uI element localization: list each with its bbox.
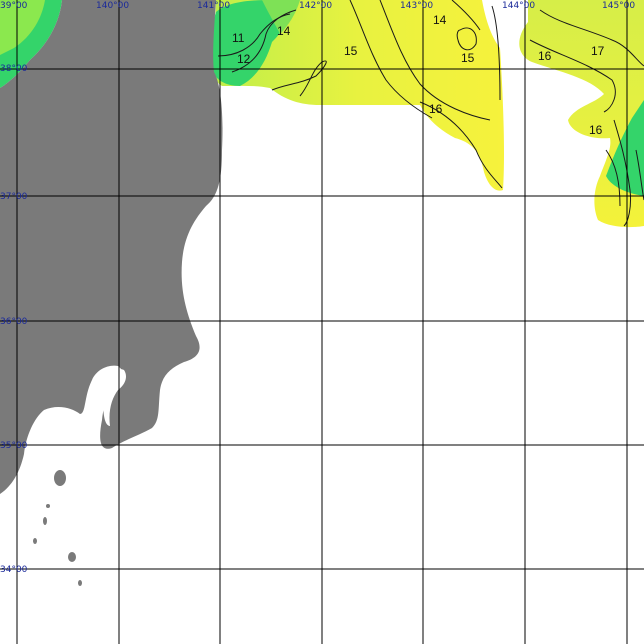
longitude-label-145: 145°00 xyxy=(602,1,635,11)
longitude-label-144: 144°00 xyxy=(502,1,535,11)
longitude-label-141: 141°00 xyxy=(197,1,230,11)
izu-island-4 xyxy=(33,538,37,544)
izu-island-3 xyxy=(43,517,47,525)
contour-label-11: 11 xyxy=(232,31,245,45)
izu-island-1 xyxy=(54,470,66,486)
sst-field-east xyxy=(519,0,644,228)
contour-label-14-offshore: 14 xyxy=(433,13,447,27)
sea-surface-temperature-map: 39°00 140°00 141°00 142°00 143°00 144°00… xyxy=(0,0,644,644)
latitude-label-35: 35°00 xyxy=(0,441,28,451)
latitude-label-38: 38°00 xyxy=(0,64,28,74)
latitude-label-34: 34°00 xyxy=(0,565,28,575)
longitude-label-142: 142°00 xyxy=(299,1,332,11)
contour-label-16-northeast: 16 xyxy=(538,49,552,63)
contour-label-15-west: 15 xyxy=(344,44,358,58)
contour-label-15-east: 15 xyxy=(461,51,475,65)
contour-label-14-coastal: 14 xyxy=(277,24,291,38)
contour-label-16-east: 16 xyxy=(589,123,603,137)
izu-island-5 xyxy=(68,552,76,562)
contour-label-17: 17 xyxy=(591,44,605,58)
contour-label-12: 12 xyxy=(237,52,251,66)
latitude-label-36: 36°00 xyxy=(0,317,28,327)
izu-island-2 xyxy=(46,504,50,508)
longitude-label-139: 39°00 xyxy=(0,1,28,11)
contour-label-16-central: 16 xyxy=(429,102,443,116)
latitude-label-37: 37°00 xyxy=(0,192,28,202)
honshu-landmass xyxy=(0,0,223,494)
longitude-label-140: 140°00 xyxy=(96,1,129,11)
longitude-label-143: 143°00 xyxy=(400,1,433,11)
map-canvas: 39°00 140°00 141°00 142°00 143°00 144°00… xyxy=(0,0,644,644)
izu-island-6 xyxy=(78,580,82,586)
